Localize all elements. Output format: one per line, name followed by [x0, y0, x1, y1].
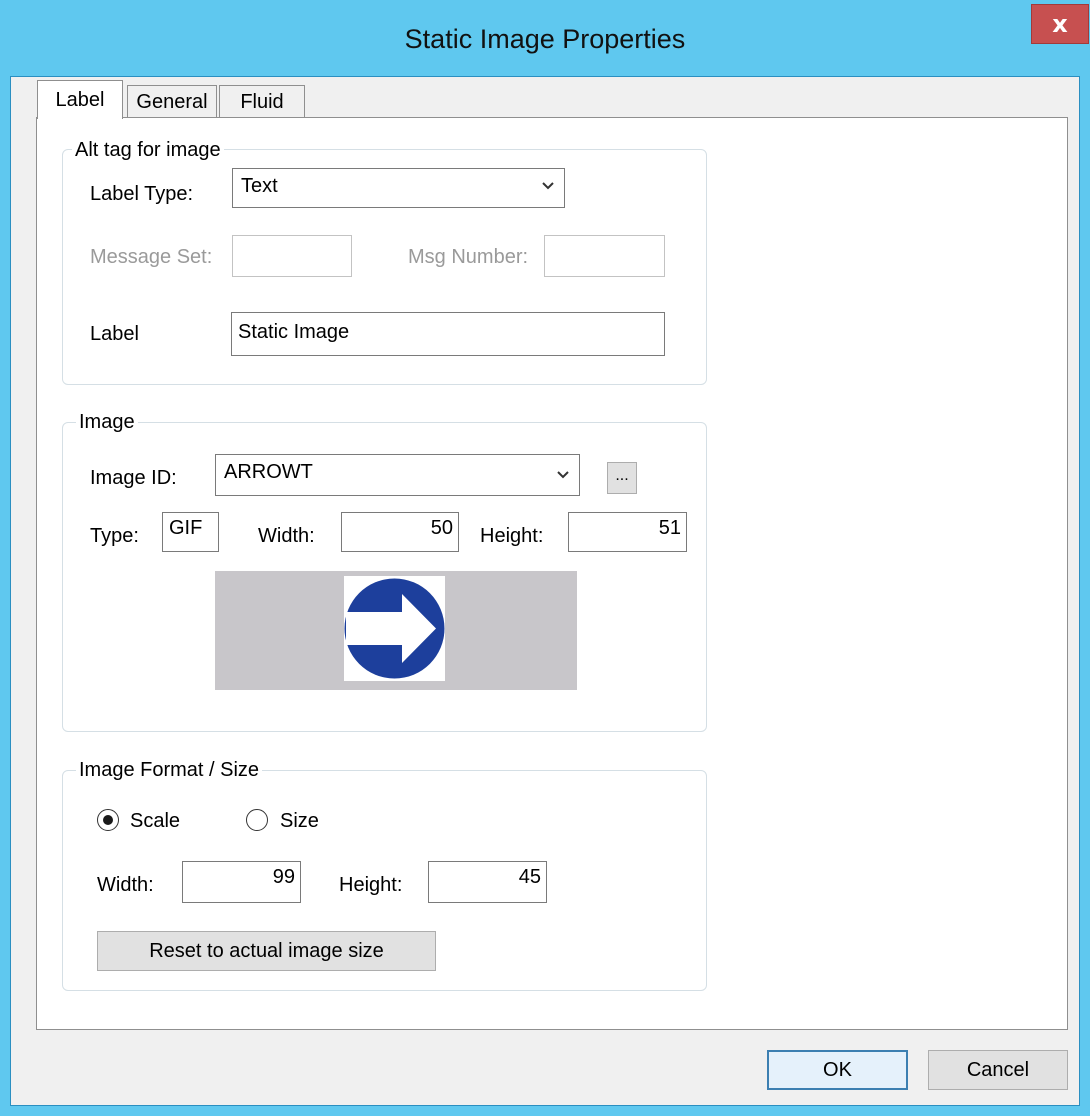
- image-height-field[interactable]: 51: [568, 512, 687, 552]
- chevron-down-icon: [542, 182, 554, 190]
- image-format-group-legend: Image Format / Size: [76, 758, 263, 782]
- image-width-label: Width:: [258, 525, 315, 547]
- alt-tag-group-legend: Alt tag for image: [72, 138, 224, 162]
- image-group-legend: Image: [76, 410, 138, 434]
- image-preview: [215, 571, 577, 690]
- label-field-label: Label: [90, 323, 139, 345]
- close-button[interactable]: x: [1031, 4, 1089, 44]
- message-set-field[interactable]: [232, 235, 352, 277]
- label-type-label: Label Type:: [90, 183, 194, 205]
- label-type-select[interactable]: Text: [232, 168, 565, 208]
- radio-selected-dot: [103, 815, 113, 825]
- msg-number-label: Msg Number:: [408, 246, 529, 268]
- close-icon: x: [1052, 10, 1068, 38]
- tab-label[interactable]: Label: [37, 80, 123, 119]
- image-id-label: Image ID:: [90, 467, 177, 489]
- scale-radio[interactable]: [97, 809, 119, 831]
- ok-button[interactable]: OK: [767, 1050, 908, 1090]
- reset-image-size-button[interactable]: Reset to actual image size: [97, 931, 436, 971]
- image-width-field[interactable]: 50: [341, 512, 459, 552]
- tab-general[interactable]: General: [127, 85, 217, 117]
- label-type-value: Text: [241, 175, 278, 197]
- image-id-value: ARROWT: [224, 461, 313, 483]
- format-width-label: Width:: [97, 874, 154, 896]
- size-radio[interactable]: [246, 809, 268, 831]
- type-label: Type:: [90, 525, 139, 547]
- image-id-select[interactable]: ARROWT: [215, 454, 580, 496]
- scale-radio-label[interactable]: Scale: [130, 808, 180, 834]
- tab-fluid[interactable]: Fluid: [219, 85, 305, 117]
- image-height-label: Height:: [480, 525, 544, 547]
- format-width-field[interactable]: 99: [182, 861, 301, 903]
- type-field[interactable]: GIF: [162, 512, 219, 552]
- format-height-field[interactable]: 45: [428, 861, 547, 903]
- size-radio-label[interactable]: Size: [280, 808, 319, 834]
- format-height-label: Height:: [339, 874, 403, 896]
- window-title: Static Image Properties: [404, 24, 686, 54]
- cancel-button[interactable]: Cancel: [928, 1050, 1068, 1090]
- arrow-right-circle-icon: [344, 576, 445, 681]
- message-set-label: Message Set:: [90, 246, 213, 268]
- msg-number-field[interactable]: [544, 235, 665, 277]
- label-field[interactable]: Static Image: [231, 312, 665, 356]
- chevron-down-icon: [557, 471, 569, 479]
- browse-button[interactable]: ...: [607, 462, 637, 494]
